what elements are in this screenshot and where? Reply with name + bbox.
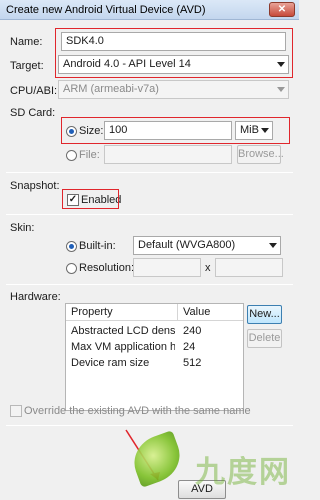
override-checkbox[interactable]: [10, 405, 22, 417]
sdcard-file-input[interactable]: [104, 145, 232, 164]
chevron-down-icon: [277, 87, 285, 92]
resolution-x-label: x: [205, 262, 211, 274]
sdcard-file-label: File:: [79, 149, 100, 161]
skin-label: Skin:: [10, 222, 35, 234]
table-row[interactable]: Max VM application h... 24: [66, 339, 243, 355]
override-label: Override the existing AVD with the same …: [24, 405, 251, 417]
snapshot-label: Snapshot:: [10, 180, 60, 192]
skin-resolution-label: Resolution:: [79, 262, 135, 274]
divider: [6, 172, 293, 173]
skin-builtin-value: Default (WVGA800): [138, 239, 236, 251]
skin-builtin-select[interactable]: Default (WVGA800): [133, 236, 281, 255]
sdcard-label: SD Card:: [10, 107, 56, 119]
cpu-select[interactable]: ARM (armeabi-v7a): [58, 80, 289, 99]
sdcard-size-highlight: [61, 117, 290, 144]
name-label: Name:: [10, 36, 43, 48]
browse-button[interactable]: Browse...: [237, 145, 284, 164]
column-header-value: Value: [183, 306, 211, 318]
new-hardware-button[interactable]: New...: [247, 305, 282, 324]
column-header-property: Property: [71, 306, 113, 318]
skin-builtin-label: Built-in:: [79, 240, 116, 252]
table-header: Property Value: [66, 304, 243, 321]
row-property: Max VM application h...: [71, 341, 175, 353]
skin-builtin-radio[interactable]: [66, 241, 77, 252]
row-property: Abstracted LCD density: [71, 325, 175, 337]
skin-resolution-radio[interactable]: [66, 263, 77, 274]
divider: [6, 425, 293, 426]
divider: [6, 214, 293, 215]
row-value: 240: [183, 325, 202, 337]
row-value: 24: [183, 341, 196, 353]
cpu-select-value: ARM (armeabi-v7a): [63, 83, 159, 95]
table-row[interactable]: Device ram size 512: [66, 355, 243, 371]
watermark-text: 九度网: [195, 456, 291, 489]
target-label: Target:: [10, 60, 44, 72]
window-title: Create new Android Virtual Device (AVD): [6, 4, 206, 16]
chevron-down-icon: [269, 243, 277, 248]
row-value: 512: [183, 357, 202, 369]
divider: [6, 284, 293, 285]
row-property: Device ram size: [71, 357, 150, 369]
delete-hardware-button[interactable]: Delete: [247, 329, 282, 348]
resolution-width-input[interactable]: [133, 258, 201, 277]
title-bar: Create new Android Virtual Device (AVD) …: [0, 0, 299, 20]
name-target-highlight: [55, 28, 293, 78]
column-divider: [177, 304, 178, 321]
close-button[interactable]: ✕: [269, 2, 295, 17]
table-row[interactable]: Abstracted LCD density 240: [66, 323, 243, 339]
hardware-label: Hardware:: [10, 291, 61, 303]
hardware-table[interactable]: Property Value Abstracted LCD density 24…: [65, 303, 244, 411]
sdcard-file-radio[interactable]: [66, 150, 77, 161]
cpu-label: CPU/ABI:: [10, 85, 58, 97]
resolution-height-input[interactable]: [215, 258, 283, 277]
snapshot-highlight: [62, 189, 119, 209]
